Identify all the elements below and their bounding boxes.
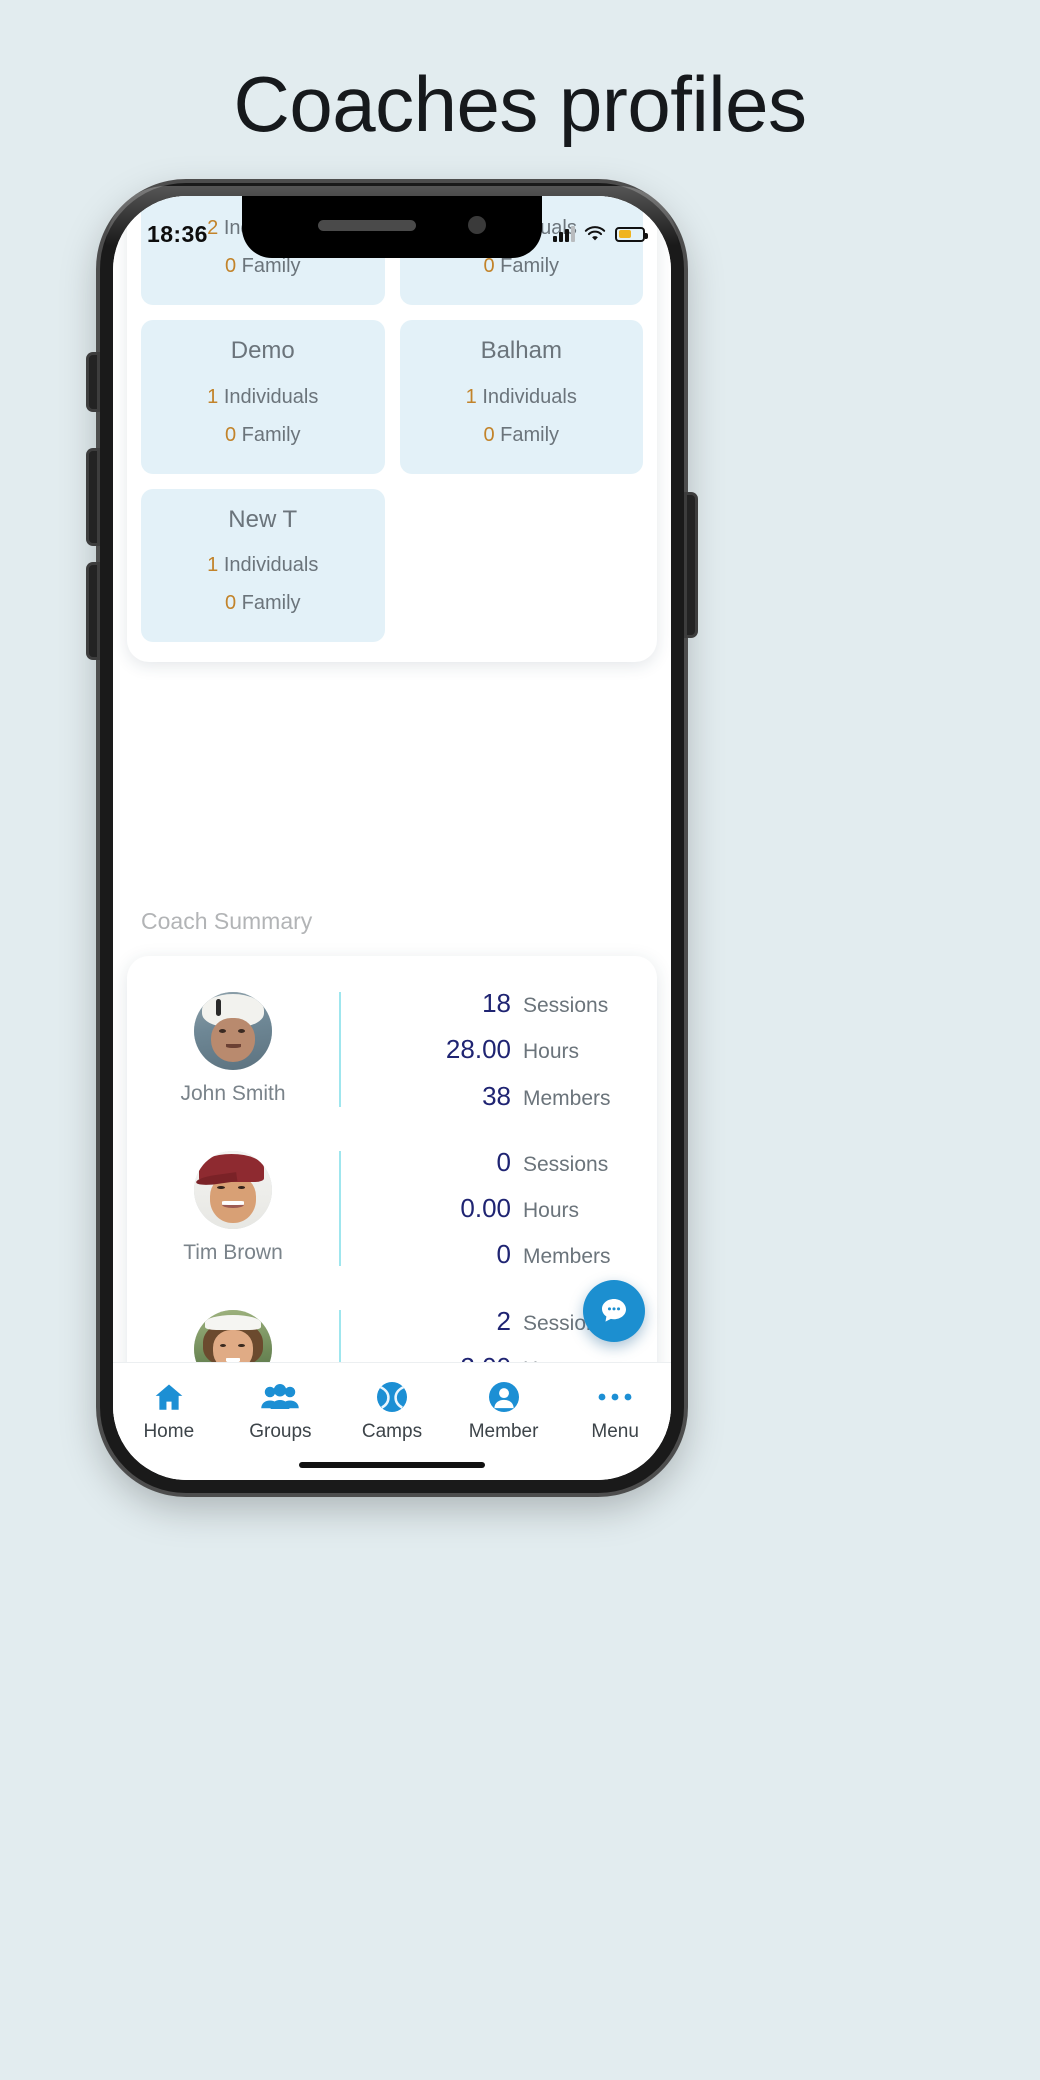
club-family-count: 0 (224, 255, 237, 278)
club-individuals-label: Individuals (223, 554, 319, 577)
tab-member-label: Member (468, 1421, 539, 1442)
clubs-panel: Demo 2 Individuals 0 Family Westway (127, 196, 657, 663)
power-button[interactable] (687, 495, 695, 635)
ellipsis-icon (595, 1377, 635, 1417)
coach-avatar (194, 1151, 272, 1230)
page-title: Coaches profiles (233, 60, 807, 148)
tab-menu[interactable]: Menu (563, 1377, 667, 1443)
tab-menu-label: Menu (591, 1421, 639, 1442)
club-family: 0 Family (151, 416, 375, 454)
stat-label: Members (523, 1086, 611, 1110)
club-name: Demo (230, 337, 295, 365)
stat-label: Members (523, 1245, 611, 1269)
tab-home[interactable]: Home (117, 1377, 221, 1443)
club-family-label: Family (241, 255, 301, 278)
stat-value: 18 (482, 988, 511, 1018)
club-individuals: 1 Individuals (410, 378, 634, 416)
club-individuals-count: 1 (207, 385, 219, 408)
stat-line: 18 Sessions (341, 980, 635, 1026)
stat-line: 0 Sessions (341, 1139, 635, 1185)
stat-line: 28.00 Hours (341, 1026, 635, 1072)
home-indicator[interactable] (299, 1462, 485, 1468)
mute-switch[interactable] (89, 355, 97, 409)
tennis-ball-icon (374, 1377, 410, 1417)
club-card[interactable]: Demo 1 Individuals 0 Family (141, 320, 385, 474)
club-individuals-label: Individuals (223, 385, 319, 408)
chat-bubble-icon (602, 1299, 626, 1322)
stat-line: 0 Members (341, 1231, 635, 1277)
club-family-label: Family (500, 423, 560, 446)
club-card[interactable]: Balham 1 Individuals 0 Family (399, 320, 643, 474)
club-family-label: Family (500, 255, 560, 278)
tab-groups-label: Groups (249, 1421, 312, 1442)
club-individuals: 1 Individuals (151, 378, 375, 416)
coach-avatar (194, 992, 272, 1071)
club-family: 0 Family (410, 416, 634, 454)
club-family: 0 Family (151, 584, 375, 622)
front-camera (468, 216, 486, 234)
stat-value: 28.00 (445, 1034, 511, 1065)
coach-identity: Tim Brown (127, 1151, 339, 1265)
club-name: Balham (480, 337, 562, 365)
stat-value: 0 (496, 1146, 511, 1177)
stat-label: Sessions (523, 1152, 609, 1176)
volume-down-button[interactable] (89, 565, 97, 657)
coach-stats: 18 Sessions 28.00 Hours 38 Members (341, 980, 657, 1119)
stat-value: 38 (482, 1080, 511, 1111)
stat-label: Hours (523, 1199, 580, 1223)
stat-line: 0.00 Hours (341, 1185, 635, 1231)
home-icon (151, 1377, 187, 1417)
stat-value: 2 (496, 1305, 511, 1336)
club-name: New T (228, 505, 298, 533)
coach-row[interactable]: Tim Brown 0 Sessions 0.00 Hours 0 Member… (127, 1129, 657, 1288)
page-root: Coaches profiles Demo 2 Individuals (0, 0, 1040, 2080)
tab-camps-label: Camps (361, 1421, 423, 1442)
stat-label: Hours (523, 1040, 580, 1064)
club-individuals: 1 Individuals (151, 546, 375, 584)
battery-icon (615, 226, 648, 242)
tab-home-label: Home (143, 1421, 195, 1442)
phone-mockup: Demo 2 Individuals 0 Family Westway (89, 183, 695, 1493)
stat-value: 0.00 (460, 1193, 511, 1224)
coach-row[interactable]: John Smith 18 Sessions 28.00 Hours 38 Me… (127, 970, 657, 1129)
club-family-count: 0 (483, 255, 495, 278)
coach-name: Tim Brown (183, 1241, 283, 1265)
tab-groups[interactable]: Groups (228, 1377, 332, 1443)
club-individuals-label: Individuals (482, 385, 577, 408)
coach-identity: John Smith (127, 992, 339, 1106)
club-family-count: 0 (224, 592, 237, 615)
clubs-grid: Demo 2 Individuals 0 Family Westway (141, 196, 643, 643)
groups-icon (260, 1377, 300, 1417)
phone-notch (242, 196, 542, 258)
tab-member[interactable]: Member (452, 1377, 556, 1443)
status-time: 18:36 (147, 220, 208, 247)
wifi-icon (584, 226, 606, 242)
coach-name: John Smith (180, 1082, 286, 1106)
cellular-signal-icon (553, 226, 575, 242)
app-scroll-content[interactable]: Demo 2 Individuals 0 Family Westway (113, 196, 671, 1480)
club-individuals-count: 1 (465, 385, 477, 408)
tab-camps[interactable]: Camps (340, 1377, 444, 1443)
club-family-count: 0 (483, 423, 495, 446)
club-family-label: Family (241, 592, 301, 615)
club-family-label: Family (241, 423, 301, 446)
stat-label: Sessions (523, 994, 609, 1017)
volume-up-button[interactable] (89, 451, 97, 543)
coach-stats: 0 Sessions 0.00 Hours 0 Members (341, 1139, 657, 1278)
status-icons (553, 226, 648, 242)
coach-summary-section-label: Coach Summary (141, 908, 313, 934)
earpiece-speaker (318, 220, 416, 231)
stat-value: 0 (496, 1239, 511, 1270)
stat-line: 38 Members (341, 1073, 635, 1119)
club-individuals-count: 1 (207, 554, 219, 577)
chat-fab-button[interactable] (583, 1280, 645, 1342)
phone-screen: Demo 2 Individuals 0 Family Westway (113, 196, 671, 1480)
club-family-count: 0 (224, 423, 237, 446)
member-icon (486, 1377, 522, 1417)
club-card[interactable]: New T 1 Individuals 0 Family (141, 488, 385, 643)
